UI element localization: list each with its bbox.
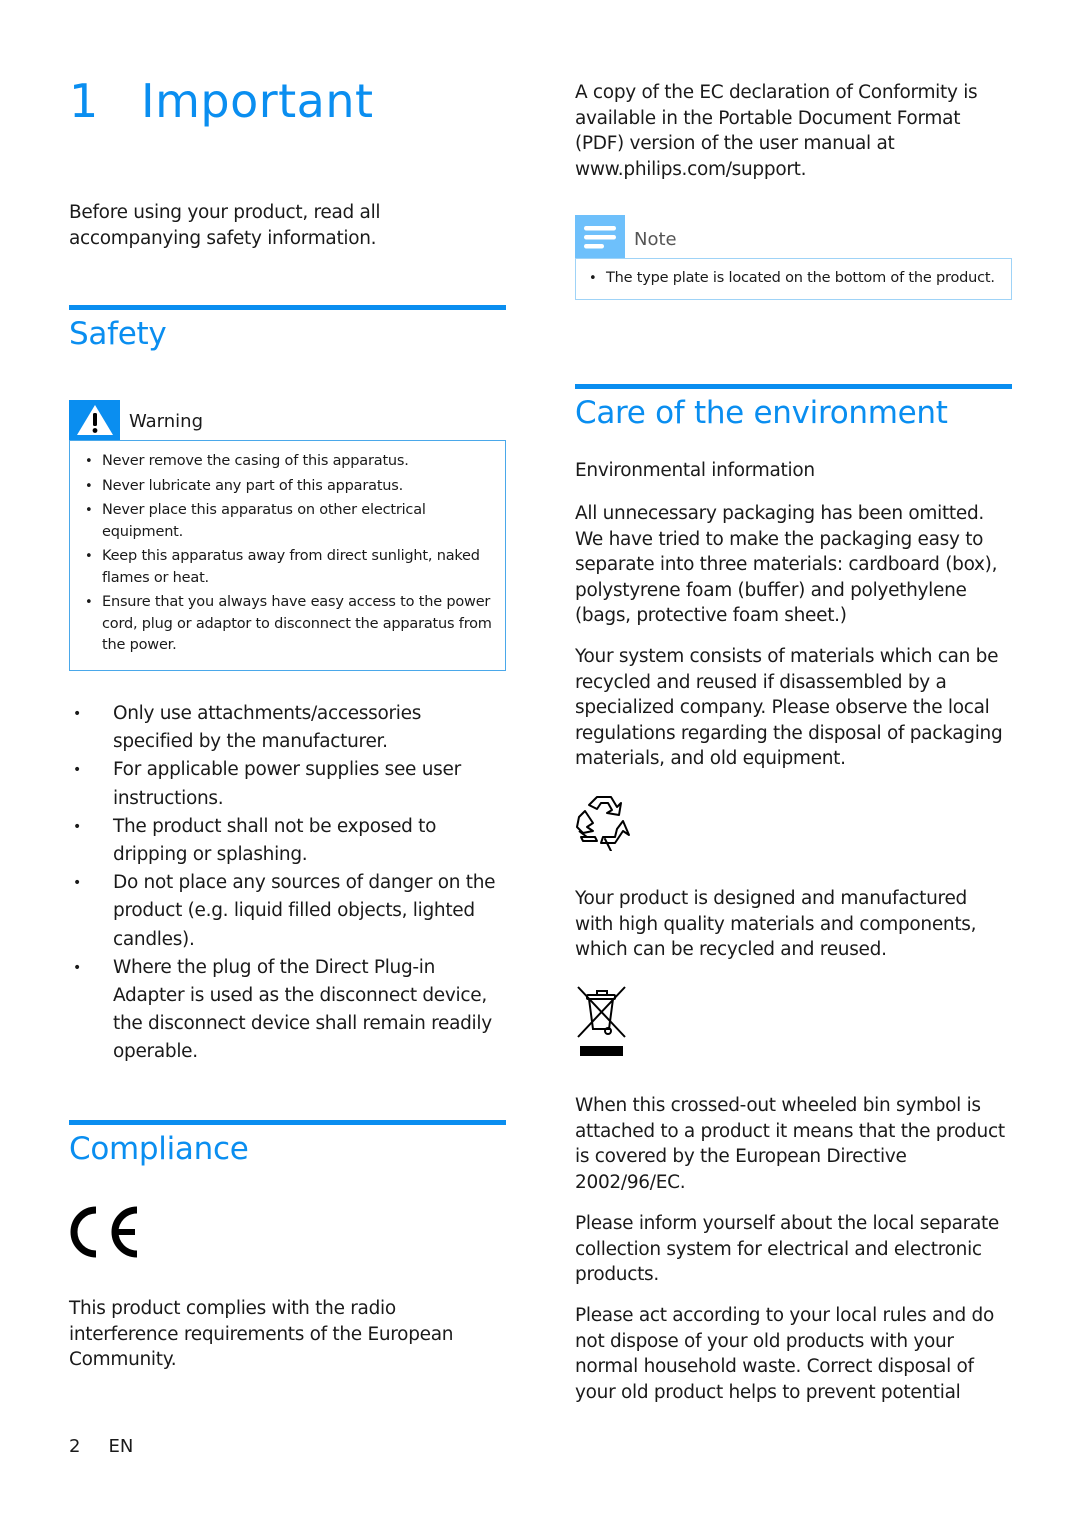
page-footer: 2 EN [69,1436,133,1457]
declaration-text: A copy of the EC declaration of Conformi… [575,82,978,180]
warning-item: Never place this apparatus on other elec… [80,500,493,543]
environment-paragraph: Your system consists of materials which … [575,646,1003,770]
chapter-title: 1 Important [69,74,374,128]
warning-label: Warning [129,411,204,432]
warning-item: Never remove the casing of this apparatu… [80,451,493,473]
safety-bullet: The product shall not be exposed to drip… [69,813,506,869]
weee-paragraph: Please act according to your local rules… [575,1305,995,1403]
section-title-environment: Care of the environment [575,395,948,431]
warning-triangle-icon [69,400,120,440]
note-callout: Note The type plate is located on the bo… [575,215,1012,300]
environment-section: Care of the environment [575,384,1012,431]
crossed-out-wheeled-bin-icon [575,985,629,1063]
note-box: The type plate is located on the bottom … [575,258,1012,300]
safety-bullets: Only use attachments/accessories specifi… [69,700,506,1067]
warning-item: Never lubricate any part of this apparat… [80,476,493,498]
product-recycle-text: Your product is designed and manufacture… [575,888,977,961]
compliance-text: This product complies with the radio int… [69,1298,454,1371]
warning-list: Never remove the casing of this apparatu… [80,451,493,657]
section-title-safety: Safety [69,316,167,352]
note-lines-icon [575,215,625,258]
safety-bullet: Do not place any sources of danger on th… [69,869,506,954]
environment-subheading: Environmental information [575,460,815,481]
chapter-title-text: Important [141,74,374,128]
note-header: Note [575,215,1012,258]
weee-paragraph: When this crossed-out wheeled bin symbol… [575,1095,1005,1193]
section-rule [575,384,1012,389]
language-code: EN [108,1436,134,1457]
page-number: 2 [69,1436,81,1457]
warning-box: Never remove the casing of this apparatu… [69,440,506,671]
note-label: Note [634,229,677,250]
chapter-number: 1 [69,74,99,128]
ce-mark-icon [69,1206,141,1262]
warning-item: Keep this apparatus away from direct sun… [80,546,493,589]
safety-bullet: Where the plug of the Direct Plug-in Ada… [69,954,506,1067]
compliance-section: Compliance [69,1120,506,1167]
environment-paragraph: All unnecessary packaging has been omitt… [575,503,998,627]
section-rule [69,1120,506,1125]
safety-bullet: For applicable power supplies see user i… [69,756,506,812]
note-item: The type plate is located on the bottom … [584,268,1003,290]
warning-item: Ensure that you always have easy access … [80,592,493,657]
warning-header: Warning [69,400,506,440]
warning-callout: Warning Never remove the casing of this … [69,400,506,671]
safety-section: Safety [69,305,506,352]
note-list: The type plate is located on the bottom … [584,268,1003,290]
recycle-icon [575,793,635,855]
weee-paragraph: Please inform yourself about the local s… [575,1213,1000,1286]
section-rule [69,305,506,310]
intro-text: Before using your product, read all acco… [69,202,381,249]
safety-bullet: Only use attachments/accessories specifi… [69,700,506,756]
section-title-compliance: Compliance [69,1131,249,1167]
